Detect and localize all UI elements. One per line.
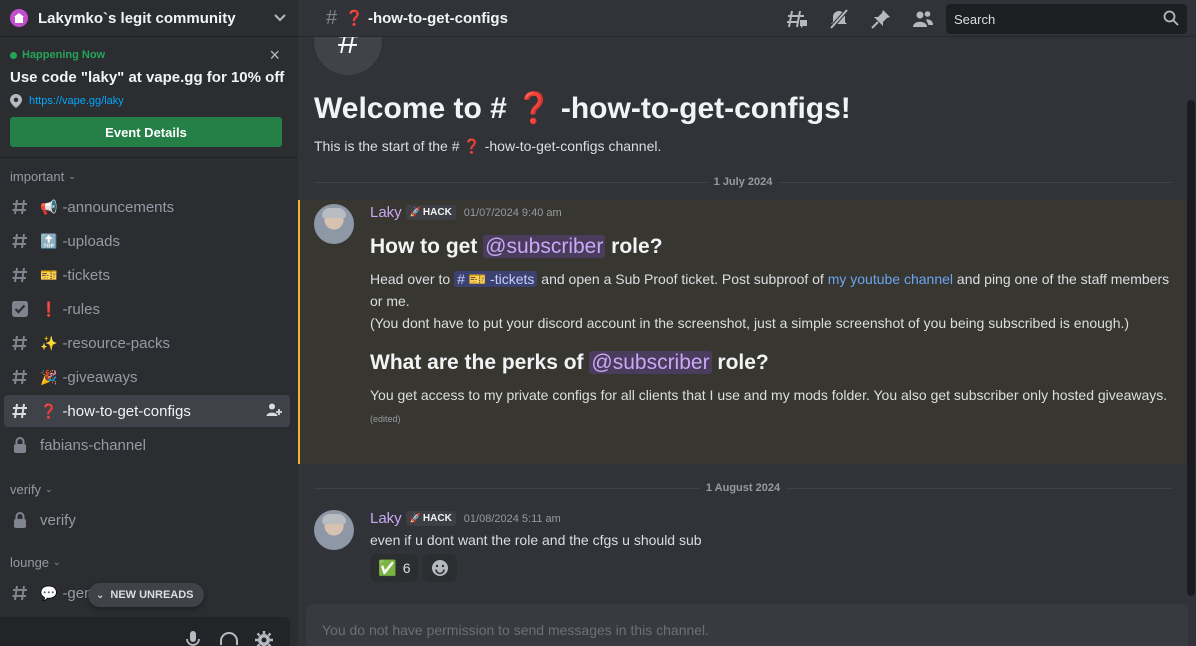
new-unreads-button[interactable]: ⌄ NEW UNREADS: [88, 583, 204, 607]
live-dot-icon: [10, 51, 17, 59]
lock-icon: [10, 510, 30, 530]
message[interactable]: Laky 🚀 HACK 01/07/2024 9:40 am How to get…: [298, 200, 1188, 464]
smiley-icon: [432, 560, 449, 576]
channel-resource-packs[interactable]: ✨ -resource-packs: [4, 327, 290, 359]
chevron-down-icon: ⌄: [68, 170, 76, 181]
add-member-icon[interactable]: [266, 402, 282, 421]
lock-icon: [10, 435, 30, 455]
channel-tickets[interactable]: 🎫 -tickets: [4, 259, 290, 291]
date-divider: 1 July 2024: [314, 176, 1172, 188]
channel-mention[interactable]: # 🎫 -tickets: [454, 271, 538, 287]
event-location: https://vape.gg/laky: [10, 94, 288, 108]
reaction-check[interactable]: ✅ 6: [370, 554, 419, 582]
hash-icon: [10, 367, 30, 387]
threads-icon[interactable]: [786, 8, 808, 30]
notification-muted-icon[interactable]: [828, 8, 850, 30]
channel-how-to-get-configs[interactable]: ❓ -how-to-get-configs: [4, 395, 290, 427]
hash-icon: [10, 583, 30, 603]
add-reaction-button[interactable]: [423, 554, 458, 582]
search-input[interactable]: Search: [946, 4, 1187, 34]
server-icon: [10, 9, 28, 27]
channel-sidebar: Lakymko`s legit community Happening Now …: [0, 0, 298, 646]
user-tag: 🚀 HACK: [405, 205, 456, 220]
welcome-subtitle: This is the start of the # ❓ -how-to-get…: [314, 138, 662, 154]
event-title: Use code "laky" at vape.gg for 10% off: [10, 69, 285, 86]
channel-title: ❓ -how-to-get-configs: [345, 10, 508, 27]
microphone-icon[interactable]: [186, 631, 206, 646]
event-link[interactable]: https://vape.gg/laky: [29, 95, 124, 107]
rules-checkbox-icon: [10, 299, 30, 319]
reaction-count: 6: [402, 560, 411, 576]
hash-icon: [10, 333, 30, 353]
channel-giveaways[interactable]: 🎉 -giveaways: [4, 361, 290, 393]
event-details-button[interactable]: Event Details: [10, 117, 282, 147]
channel-announcements[interactable]: 📢 -announcements: [4, 191, 290, 223]
message-paragraph: (You dont have to put your discord accou…: [370, 315, 1130, 331]
main-area: # ❓ -how-to-get-configs Search # Welcome: [298, 0, 1196, 646]
settings-gear-icon[interactable]: [255, 631, 275, 646]
member-list-icon[interactable]: [912, 8, 934, 30]
server-header[interactable]: Lakymko`s legit community: [0, 0, 298, 37]
message-heading: What are the perks of @subscriber role?: [370, 351, 769, 374]
message-heading: How to get @subscriber role?: [370, 235, 663, 258]
role-mention[interactable]: @subscriber: [589, 351, 712, 374]
channel-hash-icon: #: [314, 37, 382, 75]
rocket-icon: 🚀: [409, 207, 421, 217]
announcement-channel-icon: [10, 197, 30, 217]
author-name[interactable]: Laky: [370, 510, 402, 527]
hash-icon: [10, 401, 30, 421]
message-paragraph: Head over to # 🎫 -tickets and open a Sub…: [370, 271, 1170, 309]
category-lounge[interactable]: lounge ⌄: [0, 548, 298, 576]
channel-rules[interactable]: ❗ -rules: [4, 293, 290, 325]
rocket-icon: 🚀: [409, 513, 421, 523]
youtube-link[interactable]: my youtube channel: [828, 271, 953, 287]
category-important[interactable]: important ⌄: [0, 162, 298, 190]
category-verify[interactable]: verify ⌄: [0, 475, 298, 503]
check-mark-icon: ✅: [378, 560, 397, 577]
channel-fabians-channel[interactable]: fabians-channel: [4, 429, 290, 461]
author-name[interactable]: Laky: [370, 204, 402, 221]
event-card: Happening Now × Use code "laky" at vape.…: [0, 37, 298, 158]
message-paragraph: You get access to my private configs for…: [370, 387, 1168, 424]
role-mention[interactable]: @subscriber: [483, 235, 606, 258]
chevron-down-icon: ⌄: [45, 483, 53, 494]
timestamp: 01/07/2024 9:40 am: [463, 206, 562, 219]
channel-uploads[interactable]: 🔝 -uploads: [4, 225, 290, 257]
edited-label: (edited): [370, 414, 401, 424]
message-text: even if u dont want the role and the cfg…: [370, 532, 702, 548]
channel-verify[interactable]: verify: [4, 504, 290, 536]
avatar[interactable]: [314, 510, 354, 550]
hash-icon: [10, 231, 30, 251]
close-icon[interactable]: ×: [269, 46, 280, 64]
headphones-icon[interactable]: [219, 631, 239, 646]
message-composer-disabled: You do not have permission to send messa…: [306, 604, 1188, 646]
hash-icon: #: [326, 6, 338, 29]
timestamp: 01/08/2024 5:11 am: [463, 512, 561, 525]
user-panel: [0, 617, 290, 646]
location-pin-icon: [10, 94, 22, 108]
scrollbar[interactable]: [1187, 100, 1195, 596]
welcome-title: Welcome to # ❓ -how-to-get-configs!: [314, 92, 851, 125]
date-divider: 1 August 2024: [314, 482, 1172, 494]
pinned-messages-icon[interactable]: [870, 8, 892, 30]
channel-header: # ❓ -how-to-get-configs Search: [298, 0, 1196, 37]
chevron-down-icon[interactable]: [272, 10, 288, 26]
chevron-down-icon: ⌄: [96, 589, 105, 601]
event-status: Happening Now: [10, 49, 288, 61]
reactions: ✅ 6: [370, 554, 458, 582]
message-list[interactable]: # Welcome to # ❓ -how-to-get-configs! Th…: [298, 37, 1188, 607]
user-tag: 🚀 HACK: [405, 511, 456, 526]
avatar[interactable]: [314, 204, 354, 244]
search-icon: [1163, 10, 1179, 29]
chevron-down-icon: ⌄: [53, 556, 61, 567]
hash-icon: [10, 265, 30, 285]
server-name: Lakymko`s legit community: [38, 9, 236, 27]
